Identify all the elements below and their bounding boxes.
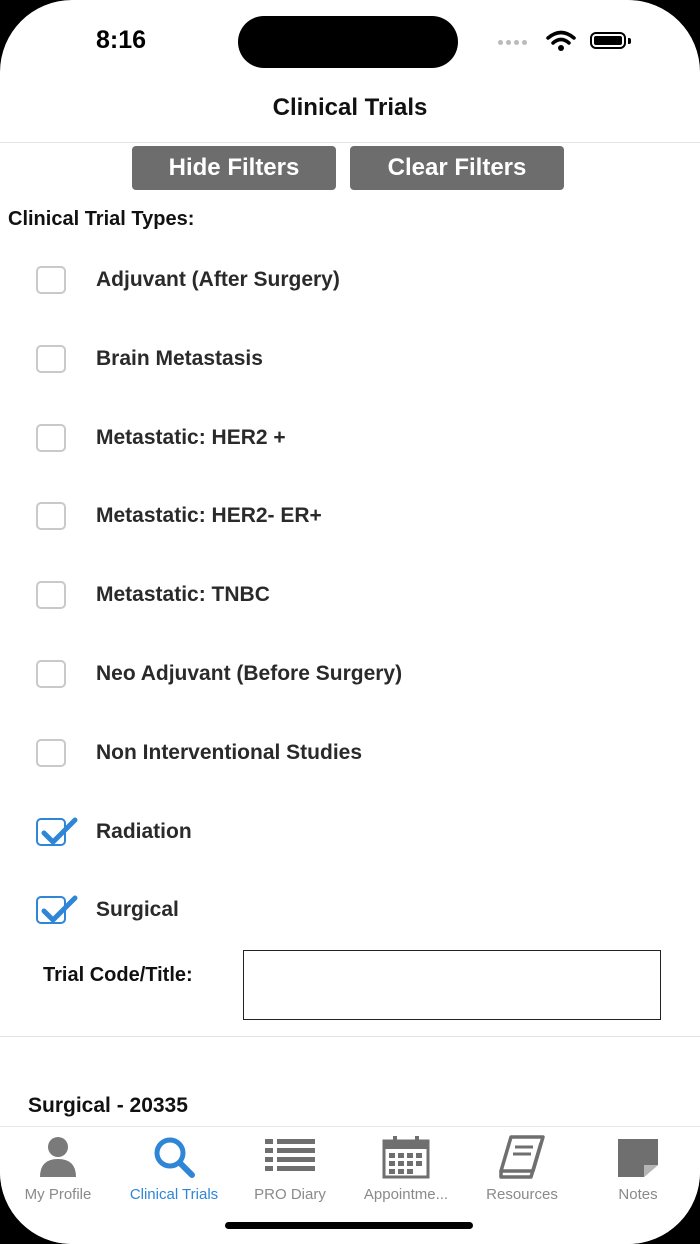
checkbox-unchecked[interactable] xyxy=(36,739,66,767)
checkbox-unchecked[interactable] xyxy=(36,266,66,294)
home-indicator xyxy=(225,1222,473,1229)
tab-notes[interactable]: Notes xyxy=(580,1133,696,1205)
status-indicators xyxy=(498,28,648,56)
trial-result-title[interactable]: Surgical - 20335 xyxy=(28,1094,188,1118)
status-time: 8:16 xyxy=(96,26,147,54)
tab-clinical-trials[interactable]: Clinical Trials xyxy=(116,1133,232,1205)
trial-type-label: Radiation xyxy=(96,820,192,843)
tab-appointments[interactable]: Appointme... xyxy=(348,1133,464,1205)
page-title: Clinical Trials xyxy=(272,94,428,121)
checkbox-unchecked[interactable] xyxy=(36,345,66,373)
checkbox-checked[interactable] xyxy=(36,895,78,924)
app-screen: 8:16 Clinical Trials Hide Filters Clear … xyxy=(0,0,700,1244)
checkbox-unchecked[interactable] xyxy=(36,502,66,530)
dynamic-island xyxy=(238,16,458,68)
trial-type-label: Brain Metastasis xyxy=(96,347,263,370)
trial-type-label: Non Interventional Studies xyxy=(96,741,363,764)
note-icon xyxy=(618,1139,658,1177)
nav-divider xyxy=(0,142,700,143)
search-icon xyxy=(154,1137,195,1178)
trial-type-label: Adjuvant (After Surgery) xyxy=(96,268,340,291)
checkbox-checked[interactable] xyxy=(36,817,78,846)
trial-type-row-neo-adjuvant-before-surgery[interactable]: Neo Adjuvant (Before Surgery) xyxy=(34,654,634,694)
checkmark-icon xyxy=(41,895,78,923)
wifi-icon xyxy=(546,30,576,51)
trial-type-label: Metastatic: HER2 + xyxy=(96,426,286,449)
trial-type-row-adjuvant-after-surgery[interactable]: Adjuvant (After Surgery) xyxy=(34,260,634,300)
trial-type-row-radiation[interactable]: Radiation xyxy=(34,812,634,852)
trial-code-input[interactable] xyxy=(243,950,661,1020)
trial-type-row-metastatic-her2[interactable]: Metastatic: HER2 + xyxy=(34,418,634,458)
person-icon xyxy=(40,1137,76,1177)
trial-type-label: Neo Adjuvant (Before Surgery) xyxy=(96,662,403,685)
battery-icon xyxy=(590,32,626,49)
trial-types-label: Clinical Trial Types: xyxy=(8,208,195,230)
trial-type-label: Metastatic: TNBC xyxy=(96,583,270,606)
tab-resources[interactable]: Resources xyxy=(464,1133,580,1205)
trial-type-row-surgical[interactable]: Surgical xyxy=(34,890,634,930)
trial-type-label: Surgical xyxy=(96,898,179,921)
cellular-signal-icon xyxy=(498,40,527,45)
trial-type-row-non-interventional-studies[interactable]: Non Interventional Studies xyxy=(34,733,634,773)
list-icon xyxy=(265,1139,315,1171)
trial-type-label: Metastatic: HER2- ER+ xyxy=(96,504,322,527)
hide-filters-button[interactable]: Hide Filters xyxy=(132,146,336,190)
checkbox-unchecked[interactable] xyxy=(36,660,66,688)
checkbox-unchecked[interactable] xyxy=(36,424,66,452)
tab-pro-diary[interactable]: PRO Diary xyxy=(232,1133,348,1205)
clear-filters-button[interactable]: Clear Filters xyxy=(350,146,564,190)
book-icon xyxy=(499,1135,545,1179)
trial-type-row-metastatic-her2-er[interactable]: Metastatic: HER2- ER+ xyxy=(34,496,634,536)
calendar-icon xyxy=(382,1136,430,1179)
checkmark-icon xyxy=(41,817,78,845)
trial-type-row-metastatic-tnbc[interactable]: Metastatic: TNBC xyxy=(34,575,634,615)
list-divider xyxy=(0,1036,700,1037)
trial-type-row-brain-metastasis[interactable]: Brain Metastasis xyxy=(34,339,634,379)
tab-my-profile[interactable]: My Profile xyxy=(0,1133,116,1205)
trial-code-label: Trial Code/Title: xyxy=(43,964,193,986)
checkbox-unchecked[interactable] xyxy=(36,581,66,609)
